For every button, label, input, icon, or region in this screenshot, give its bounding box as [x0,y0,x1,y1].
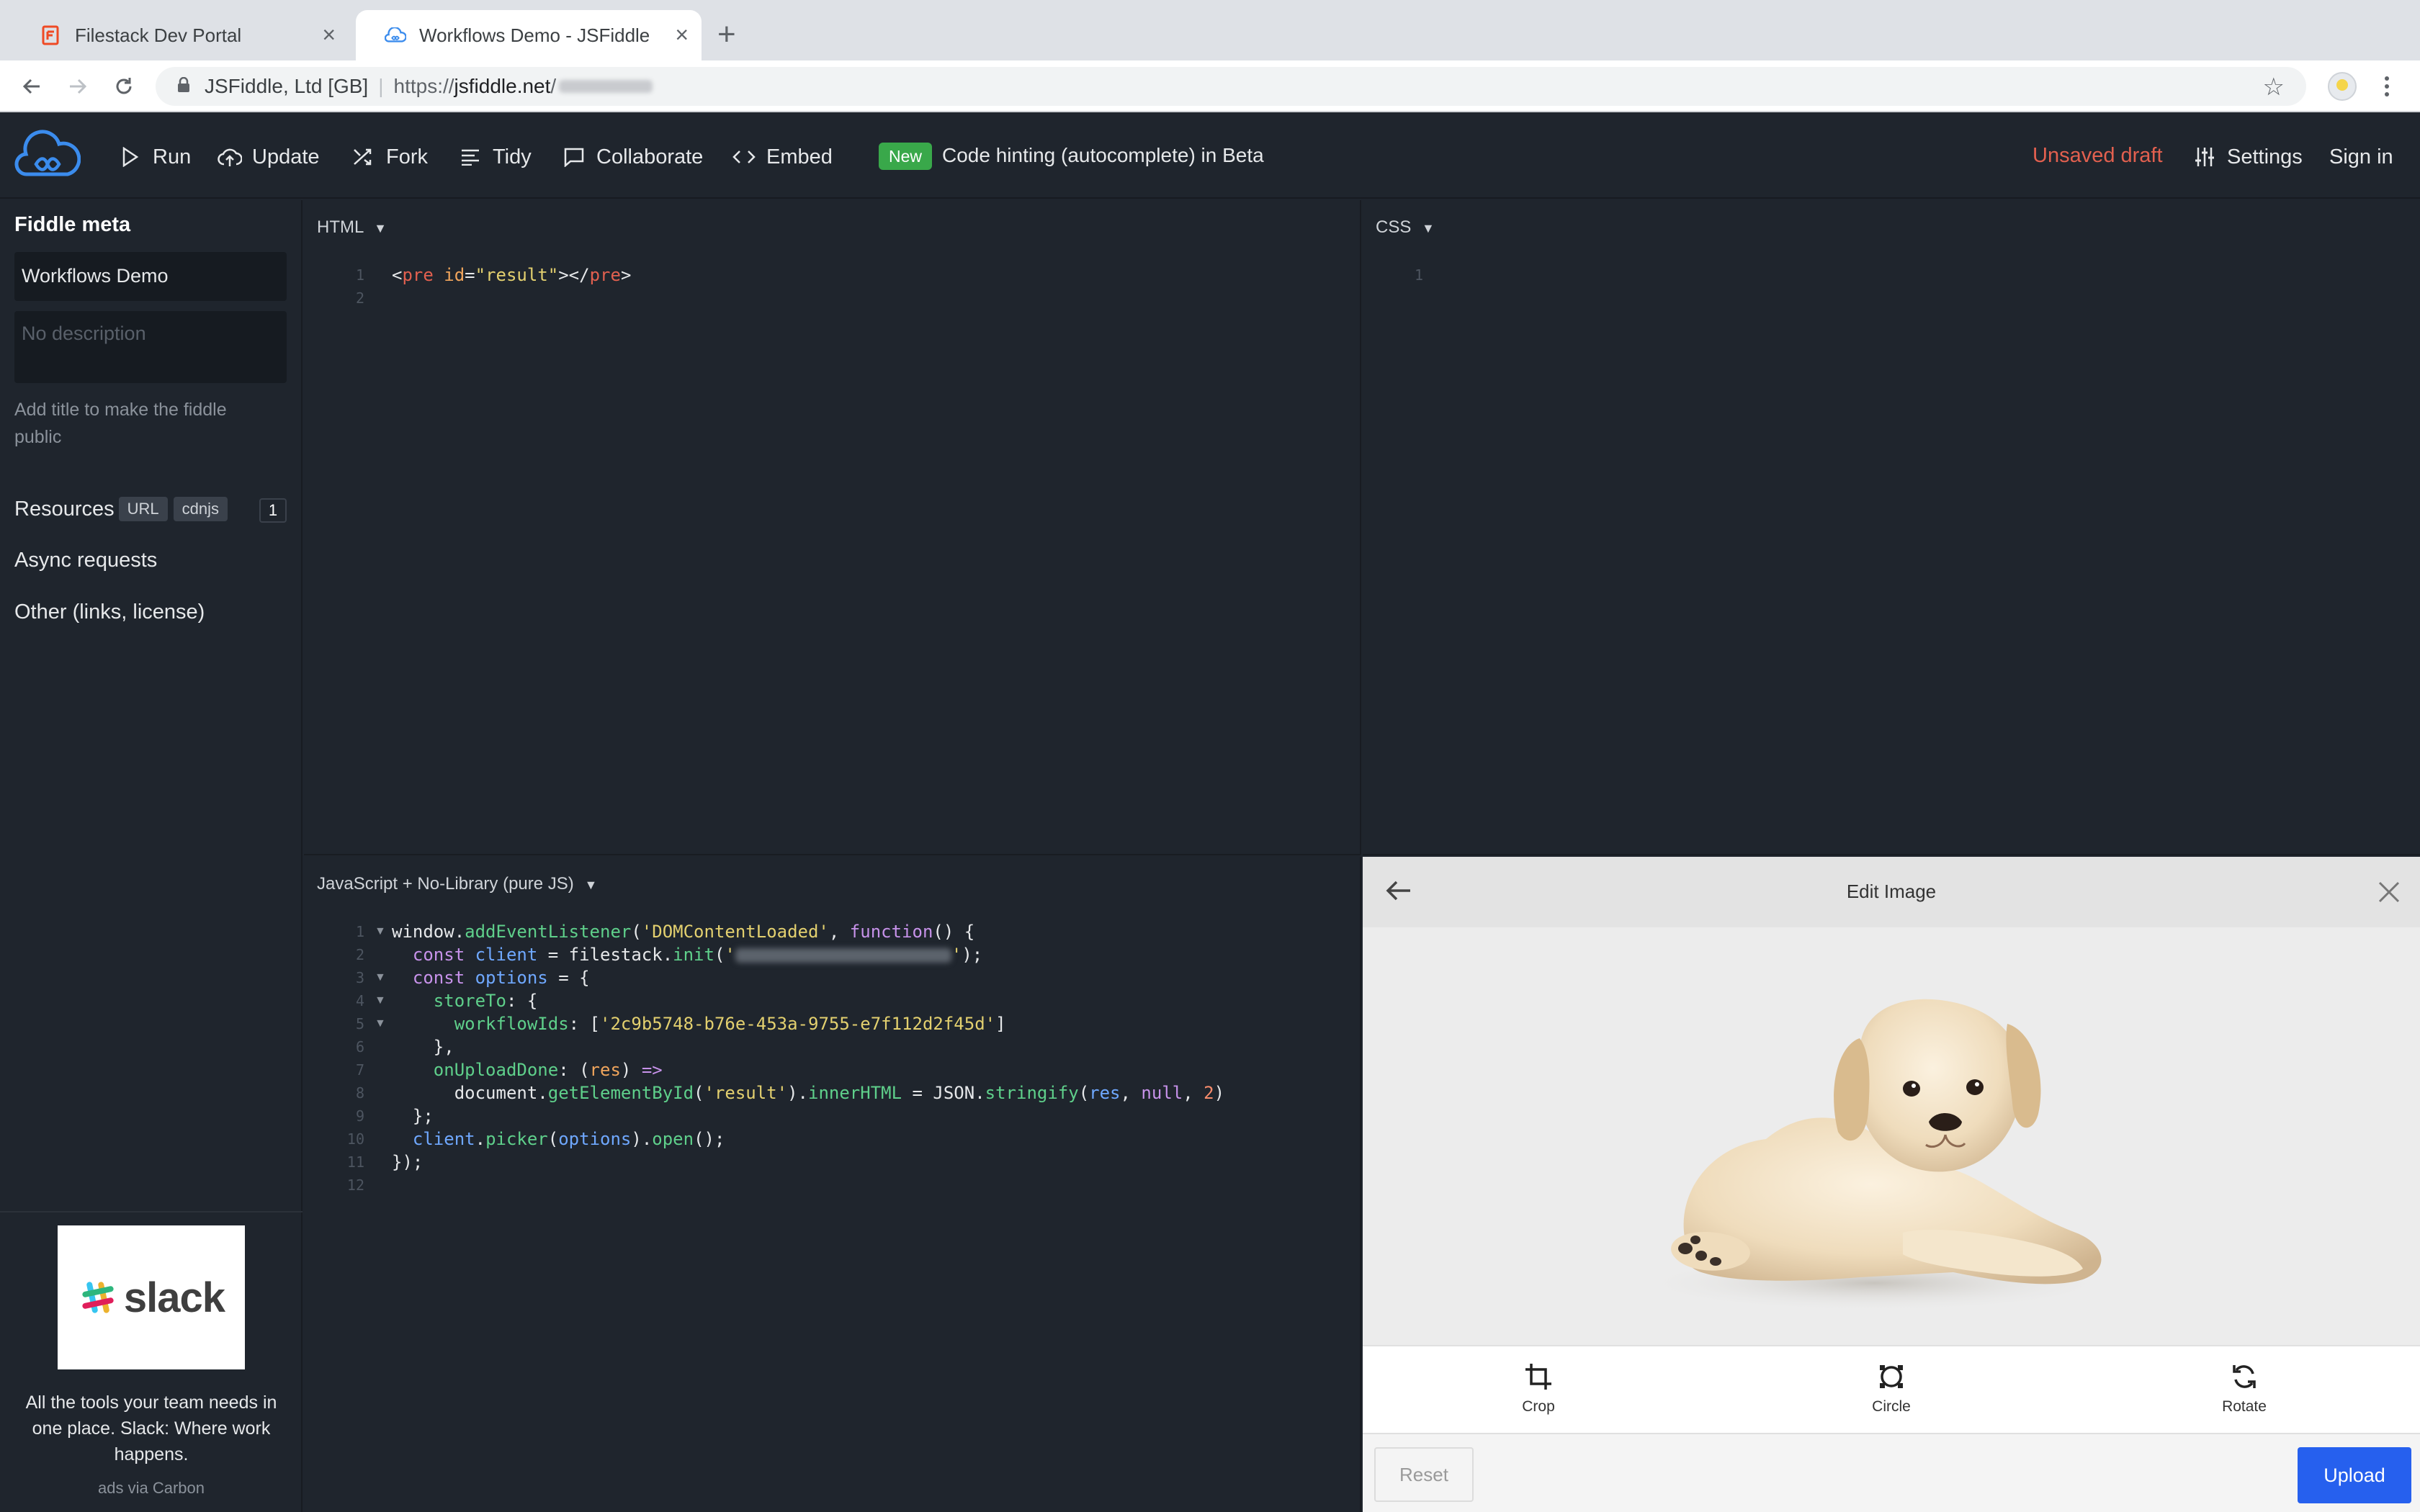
crop-icon [1466,1361,1610,1392]
tidy-button[interactable]: Tidy [458,137,532,177]
url-path: / [550,75,557,97]
edit-image-title: Edit Image [1846,881,1937,902]
rotate-icon [2172,1361,2316,1392]
back-arrow-icon[interactable] [1386,880,1415,904]
sliders-icon [2192,145,2217,169]
crop-label: Crop [1522,1398,1555,1415]
new-badge: New [879,143,933,170]
reset-button[interactable]: Reset [1374,1447,1474,1502]
tab-label: Filestack Dev Portal [75,24,242,46]
bookmark-star-icon[interactable]: ☆ [2263,73,2285,102]
profile-avatar[interactable] [2328,72,2357,101]
dropdown-caret-icon: ▼ [374,221,387,235]
url-chip[interactable]: URL [118,497,168,521]
beta-announcement[interactable]: Code hinting (autocomplete) in Beta [942,144,1264,167]
public-hint-text: Add title to make the fiddle public [14,400,227,447]
lock-icon [177,75,190,98]
close-tab-icon[interactable]: × [322,22,336,48]
html-label-text: HTML [317,217,364,237]
url-host: jsfiddle.net [454,75,551,97]
tidy-label: Tidy [493,145,532,168]
cloud-upload-icon [218,145,242,169]
js-code[interactable]: window.addEventListener('DOMContentLoade… [392,920,1224,1174]
close-icon[interactable] [2377,880,2401,904]
rotate-tool-button[interactable]: Rotate [2172,1361,2316,1416]
run-label: Run [153,145,192,168]
ad-text[interactable]: All the tools your team needs in one pla… [14,1390,288,1467]
settings-button[interactable]: Settings [2192,137,2303,177]
cdnjs-chip[interactable]: cdnjs [173,497,228,521]
rotate-label: Rotate [2222,1398,2267,1415]
dropdown-caret-icon: ▼ [1422,221,1435,235]
slack-ad-image[interactable]: slack [58,1225,245,1369]
sidebar-item-other[interactable]: Other (links, license) [14,600,205,624]
line-numbers: 1 [1414,266,1423,284]
new-tab-button[interactable]: + [717,16,736,53]
crop-tool-button[interactable]: Crop [1466,1361,1610,1416]
sign-in-link[interactable]: Sign in [2329,137,2393,177]
fiddle-title-input[interactable]: Workflows Demo [14,252,287,301]
circle-label: Circle [1872,1398,1911,1415]
code-brackets-icon [732,145,756,169]
settings-label: Settings [2227,145,2303,168]
fiddle-meta-heading: Fiddle meta [14,213,131,236]
collaborate-label: Collaborate [596,145,704,168]
site-identity: JSFiddle, Ltd [GB] [205,75,369,97]
js-pane-label[interactable]: JavaScript + No-Library (pure JS) ▼ [317,874,597,894]
sidebar-item-resources[interactable]: Resources URL cdnjs [14,497,228,521]
unsaved-draft-status: Unsaved draft [2033,144,2163,167]
omnibox-divider: | [378,75,384,97]
collaborate-button[interactable]: Collaborate [562,137,703,177]
chat-bubble-icon [562,145,586,169]
css-pane-label[interactable]: CSS ▼ [1376,217,1435,238]
shuffle-icon [351,145,376,169]
filestack-favicon-icon [40,24,62,46]
jsfiddle-logo-icon[interactable] [14,128,81,180]
embed-label: Embed [766,145,833,168]
browser-menu-icon[interactable] [2381,72,2393,101]
upload-button[interactable]: Upload [2298,1447,2411,1503]
fold-markers[interactable]: ▼ ▼ ▼ ▼ [375,920,386,1035]
line-numbers: 1 2 3 4 5 6 7 8 9 10 11 12 [346,923,364,1194]
omnibox[interactable]: JSFiddle, Ltd [GB] | https:// jsfiddle.n… [156,67,2306,106]
reload-icon[interactable] [107,69,141,104]
html-code[interactable]: <pre id="result"></pre> [392,264,631,287]
tab-label: Workflows Demo - JSFiddle [419,24,650,46]
edit-image-footer [1363,1434,2420,1512]
puppy-image[interactable] [1636,995,2119,1312]
fiddle-description-input[interactable]: No description [14,311,287,383]
resources-count-badge: 1 [259,498,287,523]
tab-jsfiddle[interactable]: Workflows Demo - JSFiddle × [356,10,702,60]
resources-label: Resources [14,497,115,521]
slack-hash-icon [82,1282,114,1313]
update-label: Update [252,145,320,168]
js-label-text: JavaScript + No-Library (pure JS) [317,874,574,894]
redacted-url-segment [559,80,653,93]
forward-arrow-icon[interactable] [60,69,95,104]
jsfiddle-favicon-icon [385,24,406,46]
close-tab-icon[interactable]: × [675,22,689,48]
tab-filestack[interactable]: Filestack Dev Portal × [12,10,349,60]
ads-via-carbon-link[interactable]: ads via Carbon [14,1479,288,1498]
css-label-text: CSS [1376,217,1412,237]
css-editor-pane[interactable] [1363,200,2420,855]
back-arrow-icon[interactable] [14,69,49,104]
sidebar-item-async-requests[interactable]: Async requests [14,549,157,572]
html-editor-pane[interactable] [304,200,1361,855]
fork-button[interactable]: Fork [351,137,428,177]
line-numbers: 12 [355,266,364,307]
embed-button[interactable]: Embed [732,137,833,177]
circle-tool-button[interactable]: Circle [1819,1361,1963,1416]
html-pane-label[interactable]: HTML ▼ [317,217,387,238]
update-button[interactable]: Update [218,137,320,177]
fork-label: Fork [386,145,428,168]
url-prefix: https:// [393,75,454,97]
circle-crop-icon [1819,1361,1963,1392]
align-left-icon [458,145,483,169]
run-button[interactable]: Run [118,137,191,177]
play-icon [118,145,143,169]
dropdown-caret-icon: ▼ [584,878,598,892]
slack-wordmark: slack [123,1274,225,1321]
